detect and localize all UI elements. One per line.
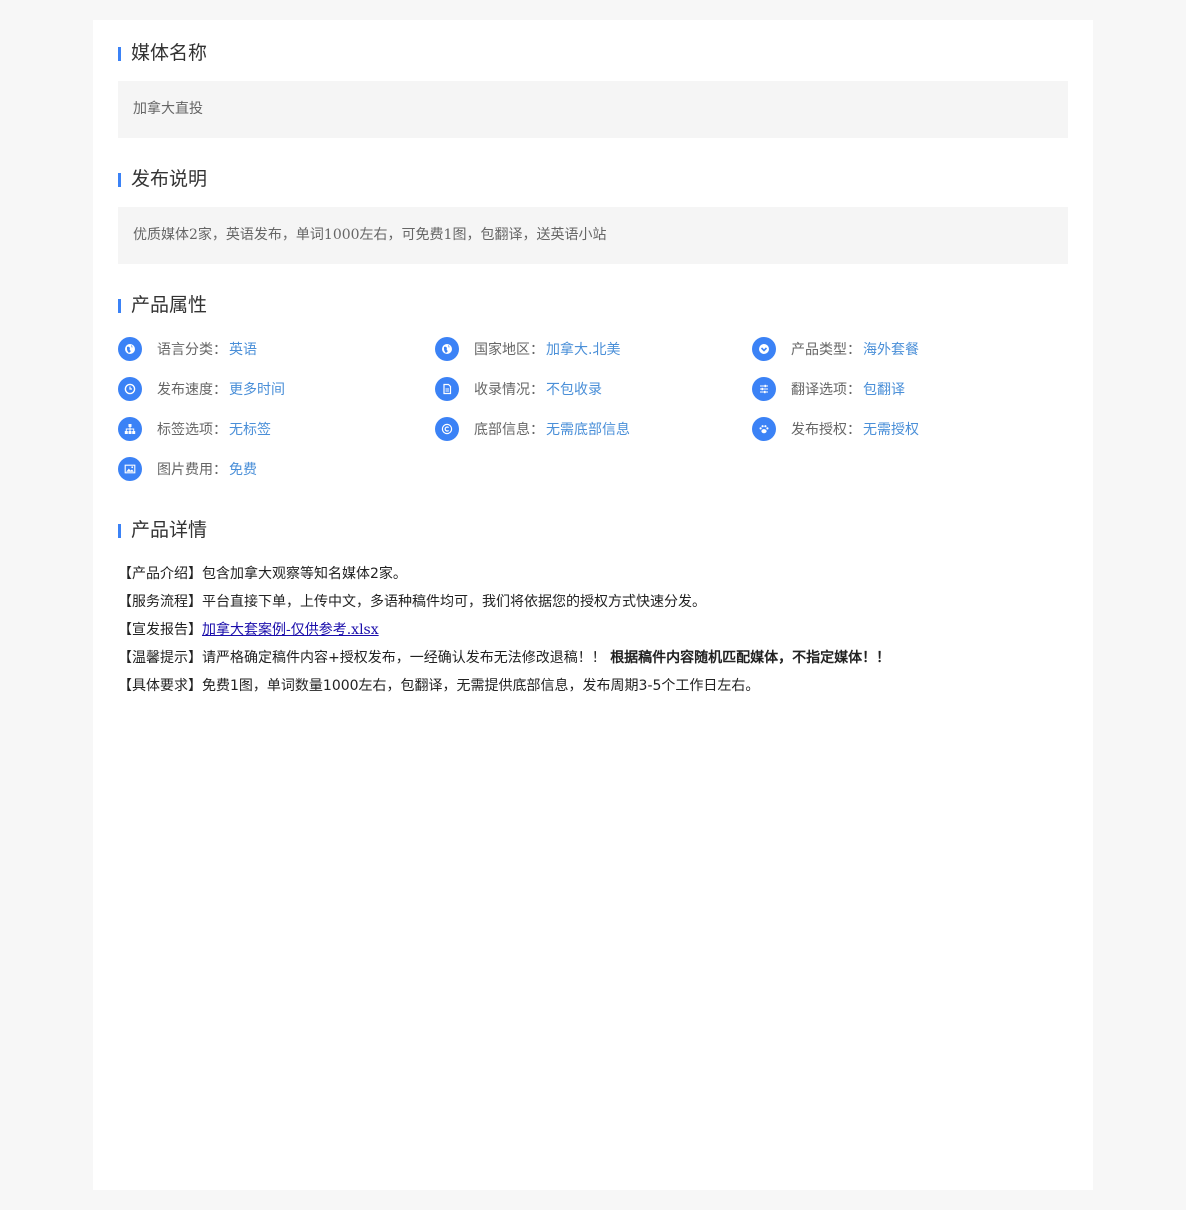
attr-language-label: 语言分类： — [157, 342, 227, 358]
attr-product-type-value: 海外套餐 — [863, 342, 919, 358]
attr-product-type: 产品类型： 海外套餐 — [752, 337, 1068, 361]
attr-authorization-value: 无需授权 — [863, 422, 919, 438]
attributes-grid: 语言分类： 英语 国家地区： 加拿大.北美 产品类型： 海外套餐 发布速度： 更… — [118, 337, 1068, 481]
publish-note-title: 发布说明 — [118, 167, 1068, 191]
detail-tips: 【温馨提示】请严格确定稿件内容+授权发布，一经确认发布无法修改退稿！！ 根据稿件… — [118, 644, 1068, 672]
details-body: 【产品介绍】包含加拿大观察等知名媒体2家。 【服务流程】平台直接下单，上传中文，… — [118, 560, 1068, 700]
attr-footer-info-value: 无需底部信息 — [546, 422, 630, 438]
chevron-down-icon — [752, 337, 776, 361]
attr-region: 国家地区： 加拿大.北美 — [435, 337, 752, 361]
product-card: 媒体名称 加拿大直投 发布说明 优质媒体2家，英语发布，单词1000左右，可免费… — [93, 20, 1093, 1190]
clock-icon — [118, 377, 142, 401]
attr-product-type-label: 产品类型： — [791, 342, 861, 358]
attr-footer-info: 底部信息： 无需底部信息 — [435, 417, 752, 441]
detail-tips-tag: 【温馨提示】 — [118, 650, 202, 666]
detail-require-text: 免费1图，单词数量1000左右，包翻译，无需提供底部信息，发布周期3-5个工作日… — [202, 678, 760, 694]
attr-image-fee: 图片费用： 免费 — [118, 457, 435, 481]
attr-tags-value: 无标签 — [229, 422, 271, 438]
attr-region-label: 国家地区： — [474, 342, 544, 358]
attr-language-value: 英语 — [229, 342, 257, 358]
image-icon — [118, 457, 142, 481]
globe-icon — [435, 337, 459, 361]
attr-indexing-value: 不包收录 — [546, 382, 602, 398]
attr-image-fee-label: 图片费用： — [157, 462, 227, 478]
media-name-value: 加拿大直投 — [118, 81, 1068, 138]
detail-intro: 【产品介绍】包含加拿大观察等知名媒体2家。 — [118, 560, 1068, 588]
attr-speed-value: 更多时间 — [229, 382, 285, 398]
attr-language: 语言分类： 英语 — [118, 337, 435, 361]
document-icon — [435, 377, 459, 401]
detail-process-tag: 【服务流程】 — [118, 594, 202, 610]
detail-report: 【宣发报告】加拿大套案例-仅供参考.xlsx — [118, 616, 1068, 644]
detail-tips-bold: 根据稿件内容随机匹配媒体，不指定媒体！！ — [610, 650, 891, 666]
attr-translation-label: 翻译选项： — [791, 382, 861, 398]
attr-translation: 翻译选项： 包翻译 — [752, 377, 1068, 401]
detail-require-tag: 【具体要求】 — [118, 678, 202, 694]
detail-intro-tag: 【产品介绍】 — [118, 566, 202, 582]
detail-intro-text: 包含加拿大观察等知名媒体2家。 — [202, 566, 407, 582]
attr-authorization-label: 发布授权： — [791, 422, 861, 438]
sliders-icon — [752, 377, 776, 401]
attr-footer-info-label: 底部信息： — [474, 422, 544, 438]
sitemap-icon — [118, 417, 142, 441]
detail-report-tag: 【宣发报告】 — [118, 622, 202, 638]
attr-tags: 标签选项： 无标签 — [118, 417, 435, 441]
attr-image-fee-value: 免费 — [229, 462, 257, 478]
detail-process: 【服务流程】平台直接下单，上传中文，多语种稿件均可，我们将依据您的授权方式快速分… — [118, 588, 1068, 616]
detail-requirements: 【具体要求】免费1图，单词数量1000左右，包翻译，无需提供底部信息，发布周期3… — [118, 672, 1068, 700]
copyright-icon — [435, 417, 459, 441]
attr-speed: 发布速度： 更多时间 — [118, 377, 435, 401]
publish-note-text: 优质媒体2家，英语发布，单词1000左右，可免费1图，包翻译，送英语小站 — [133, 227, 607, 243]
globe-icon — [118, 337, 142, 361]
report-download-link[interactable]: 加拿大套案例-仅供参考.xlsx — [202, 622, 379, 638]
attr-translation-value: 包翻译 — [863, 382, 905, 398]
attr-speed-label: 发布速度： — [157, 382, 227, 398]
detail-process-text: 平台直接下单，上传中文，多语种稿件均可，我们将依据您的授权方式快速分发。 — [202, 594, 706, 610]
attr-authorization: 发布授权： 无需授权 — [752, 417, 1068, 441]
attributes-title: 产品属性 — [118, 293, 1068, 317]
attr-tags-label: 标签选项： — [157, 422, 227, 438]
attr-indexing-label: 收录情况： — [474, 382, 544, 398]
attr-region-value: 加拿大.北美 — [546, 342, 621, 358]
media-name-title: 媒体名称 — [118, 41, 1068, 65]
publish-note-value: 优质媒体2家，英语发布，单词1000左右，可免费1图，包翻译，送英语小站 — [118, 207, 1068, 264]
details-title: 产品详情 — [118, 518, 1068, 542]
attr-indexing: 收录情况： 不包收录 — [435, 377, 752, 401]
detail-tips-text: 请严格确定稿件内容+授权发布，一经确认发布无法修改退稿！！ — [202, 650, 606, 666]
paw-icon — [752, 417, 776, 441]
